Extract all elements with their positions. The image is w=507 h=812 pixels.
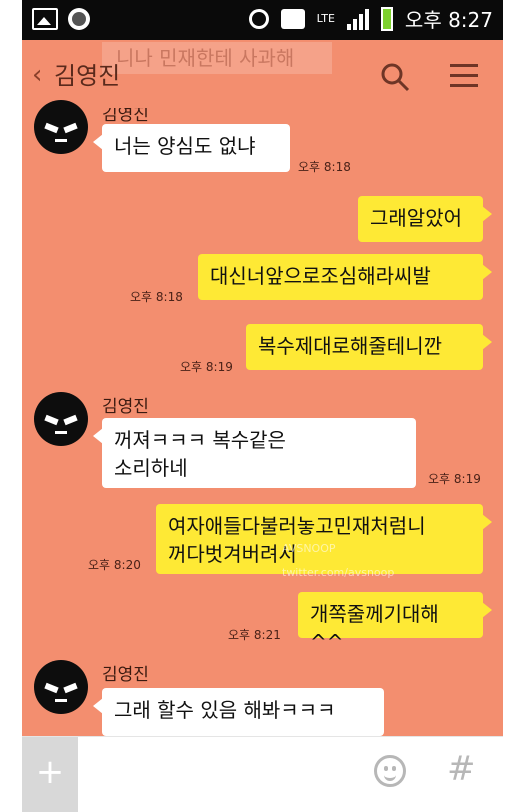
- message-bubble-out[interactable]: 대신너앞으로조심해라씨발: [198, 254, 492, 300]
- watermark: AVSNOOP: [282, 542, 336, 555]
- message-time: 오후 8:20: [88, 558, 141, 572]
- message-time: 오후 8:18: [298, 160, 351, 174]
- message-time: 오후 8:21: [228, 628, 281, 642]
- message-bubble-out[interactable]: 개쪽줄께기대해^^: [298, 592, 492, 654]
- message-time: 오후 8:19: [180, 360, 233, 374]
- message-list[interactable]: 김영진 너는 양심도 없냐 오후 8:18 그래알았어 오후 8:18 대신너앞…: [22, 0, 503, 812]
- hash-button[interactable]: #: [447, 749, 476, 789]
- message-time: 오후 8:19: [428, 472, 481, 486]
- watermark-url: twitter.com/avsnoop: [282, 566, 395, 579]
- message-line: 여자애들다불러놓고민재처럼니: [168, 514, 426, 538]
- emoticon-icon[interactable]: [374, 755, 406, 787]
- input-bar: + #: [22, 736, 503, 812]
- message-line: 소리하네: [114, 456, 188, 480]
- sender-name: 김영진: [102, 105, 149, 125]
- add-button[interactable]: +: [22, 737, 78, 812]
- avatar[interactable]: [34, 660, 88, 714]
- message-bubble-out[interactable]: 여자애들다불러놓고민재처럼니 꺼다벗겨버려서: [156, 504, 492, 574]
- message-line: 꺼져ㅋㅋㅋ 복수같은: [114, 428, 286, 452]
- chat-screen: LTE 오후 8:27 니나 민재한테 사과해 ‹ 김영진 김영진 너는 양심도…: [22, 0, 503, 812]
- message-bubble-out[interactable]: 복수제대로해줄테니깐: [246, 324, 492, 370]
- message-bubble-out[interactable]: 그래알았어: [358, 196, 492, 242]
- sender-name: 김영진: [102, 397, 149, 417]
- message-bubble-in[interactable]: 너는 양심도 없냐: [93, 124, 290, 172]
- avatar[interactable]: [34, 392, 88, 446]
- sender-name: 김영진: [102, 665, 149, 685]
- message-time: 오후 8:18: [130, 290, 183, 304]
- avatar[interactable]: [34, 100, 88, 154]
- message-bubble-in[interactable]: 그래 할수 있음 해봐ㅋㅋㅋ: [93, 688, 384, 736]
- message-bubble-in[interactable]: 꺼져ㅋㅋㅋ 복수같은 소리하네: [93, 418, 416, 488]
